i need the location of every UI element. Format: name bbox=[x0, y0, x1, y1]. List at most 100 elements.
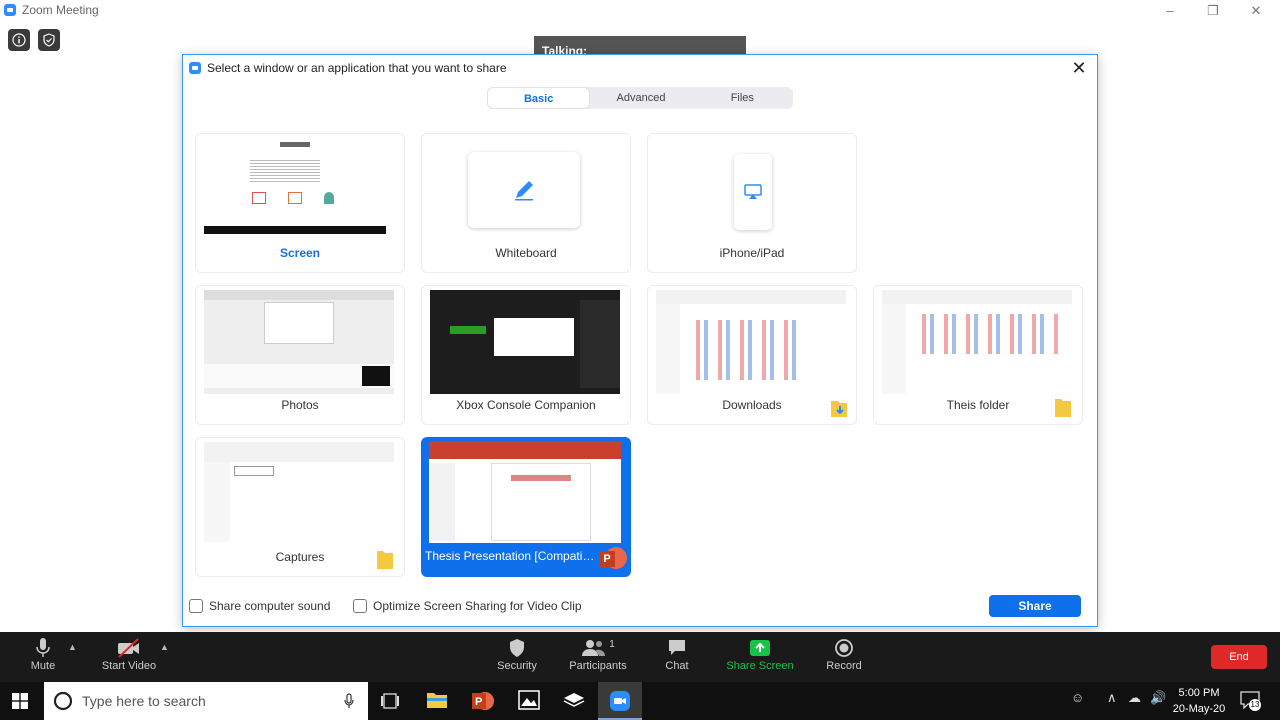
share-option-label: iPhone/iPad bbox=[719, 246, 785, 260]
taskbar-photos[interactable] bbox=[518, 690, 540, 713]
share-option-label: Photos bbox=[281, 398, 319, 412]
dialog-title: Select a window or an application that y… bbox=[189, 61, 507, 75]
taskbar-clock[interactable]: 5:00 PM 20-May-20 bbox=[1166, 685, 1232, 717]
share-screen-label: Share Screen bbox=[726, 660, 794, 672]
taskbar-layers-app[interactable] bbox=[563, 691, 585, 712]
powerpoint-icon: P bbox=[599, 547, 627, 571]
end-meeting-button[interactable]: End bbox=[1211, 645, 1267, 669]
share-option-downloads[interactable]: Downloads bbox=[647, 285, 857, 425]
windows-logo-icon bbox=[12, 693, 28, 709]
chat-button[interactable]: Chat bbox=[660, 636, 694, 672]
mute-label: Mute bbox=[30, 660, 56, 672]
share-option-theis-folder[interactable]: Theis folder bbox=[873, 285, 1083, 425]
microphone-icon[interactable] bbox=[344, 693, 354, 709]
chevron-up-icon[interactable]: ∧ bbox=[1107, 690, 1117, 706]
participants-button[interactable]: 1 Participants bbox=[567, 636, 629, 673]
network-icon[interactable]: ☁ bbox=[1128, 690, 1141, 706]
zoom-icon bbox=[610, 691, 630, 711]
taskbar-file-explorer[interactable] bbox=[426, 690, 448, 713]
tab-advanced[interactable]: Advanced bbox=[590, 87, 691, 109]
video-off-icon bbox=[118, 638, 139, 658]
share-option-label: Theis folder bbox=[946, 398, 1010, 412]
svg-text:P: P bbox=[475, 696, 482, 708]
video-options-caret[interactable]: ▲ bbox=[160, 642, 169, 652]
taskbar-search-box[interactable]: Type here to search bbox=[44, 682, 368, 720]
shield-check-icon bbox=[43, 33, 55, 47]
share-option-thesis-presentation[interactable]: P Thesis Presentation [Compatibility Mod… bbox=[421, 437, 631, 577]
security-label: Security bbox=[497, 660, 537, 672]
thesis-thumbnail bbox=[429, 441, 621, 543]
security-button[interactable]: Security bbox=[495, 636, 539, 672]
theis-folder-thumbnail bbox=[882, 290, 1072, 394]
share-option-label: Screen bbox=[279, 246, 321, 260]
share-screen-button[interactable]: Share Screen bbox=[726, 636, 794, 672]
mute-button[interactable]: Mute bbox=[22, 636, 64, 672]
folder-icon bbox=[427, 693, 447, 708]
share-tabs: Basic Advanced Files bbox=[487, 87, 793, 109]
notifications-button[interactable]: 13 bbox=[1240, 691, 1262, 711]
clock-time: 5:00 PM bbox=[1178, 687, 1220, 699]
xbox-thumbnail bbox=[430, 290, 620, 394]
dialog-close-button[interactable]: ✕ bbox=[1069, 58, 1089, 78]
chat-label: Chat bbox=[665, 660, 689, 672]
minimize-button[interactable]: – bbox=[1150, 2, 1190, 20]
cortana-icon bbox=[53, 691, 73, 711]
downloads-thumbnail bbox=[656, 290, 846, 394]
app-title: Zoom Meeting bbox=[4, 3, 99, 17]
shield-icon bbox=[510, 639, 524, 657]
taskbar-powerpoint[interactable]: P bbox=[471, 690, 495, 715]
start-video-button[interactable]: Start Video bbox=[98, 636, 160, 672]
layers-icon bbox=[563, 693, 585, 707]
share-sound-checkbox[interactable] bbox=[189, 599, 203, 613]
optimize-checkbox-row[interactable]: Optimize Screen Sharing for Video Clip bbox=[353, 599, 582, 613]
share-option-label: Downloads bbox=[722, 398, 782, 412]
meeting-toolbar: Mute ▲ Start Video ▲ Security 1 Particip… bbox=[0, 632, 1280, 682]
taskbar-zoom[interactable] bbox=[598, 682, 642, 720]
share-option-screen[interactable]: Screen bbox=[195, 133, 405, 273]
record-button[interactable]: Record bbox=[824, 636, 864, 672]
participants-icon bbox=[582, 640, 606, 656]
whiteboard-thumbnail bbox=[468, 152, 580, 228]
chat-icon bbox=[669, 640, 685, 655]
share-sound-label: Share computer sound bbox=[209, 599, 331, 613]
close-window-button[interactable]: ✕ bbox=[1236, 2, 1276, 20]
windows-taskbar: Type here to search P ☺ ∧ ☁ 🔊 5:00 PM 20… bbox=[0, 682, 1280, 720]
zoom-logo-icon bbox=[189, 62, 201, 74]
share-sound-checkbox-row[interactable]: Share computer sound bbox=[189, 599, 330, 613]
maximize-button[interactable]: ❐ bbox=[1193, 2, 1233, 20]
captures-thumbnail bbox=[204, 442, 394, 546]
start-video-label: Start Video bbox=[101, 660, 157, 672]
zoom-logo-icon bbox=[4, 4, 16, 16]
audio-options-caret[interactable]: ▲ bbox=[68, 642, 77, 652]
microphone-icon bbox=[36, 638, 50, 657]
windows-start-button[interactable] bbox=[12, 693, 28, 712]
encryption-button[interactable] bbox=[38, 29, 60, 51]
share-option-label: Thesis Presentation [Compatibility Mode] bbox=[425, 549, 595, 563]
pen-icon bbox=[515, 181, 533, 201]
optimize-checkbox[interactable] bbox=[353, 599, 367, 613]
clock-date: 20-May-20 bbox=[1172, 703, 1226, 715]
app-titlebar: Zoom Meeting – ❐ ✕ bbox=[0, 0, 1280, 22]
task-view-button[interactable] bbox=[380, 692, 400, 713]
powerpoint-icon: P bbox=[472, 692, 494, 710]
participants-label: Participants bbox=[569, 660, 627, 672]
tab-files[interactable]: Files bbox=[692, 87, 793, 109]
people-icon[interactable]: ☺ bbox=[1071, 690, 1084, 705]
info-icon bbox=[12, 33, 26, 47]
tab-basic[interactable]: Basic bbox=[487, 87, 591, 109]
record-label: Record bbox=[826, 660, 862, 672]
share-option-xbox[interactable]: Xbox Console Companion bbox=[421, 285, 631, 425]
meeting-info-button[interactable] bbox=[8, 29, 30, 51]
share-screen-icon bbox=[750, 640, 770, 656]
share-option-whiteboard[interactable]: Whiteboard bbox=[421, 133, 631, 273]
notification-count: 13 bbox=[1249, 699, 1261, 711]
participants-count: 1 bbox=[609, 638, 615, 650]
volume-icon[interactable]: 🔊 bbox=[1150, 690, 1166, 706]
share-button[interactable]: Share bbox=[989, 595, 1081, 617]
search-placeholder: Type here to search bbox=[82, 693, 206, 709]
task-view-icon bbox=[381, 693, 399, 709]
share-option-iphone-ipad[interactable]: iPhone/iPad bbox=[647, 133, 857, 273]
optimize-label: Optimize Screen Sharing for Video Clip bbox=[373, 599, 582, 613]
share-option-photos[interactable]: Photos bbox=[195, 285, 405, 425]
share-option-captures[interactable]: Captures bbox=[195, 437, 405, 577]
